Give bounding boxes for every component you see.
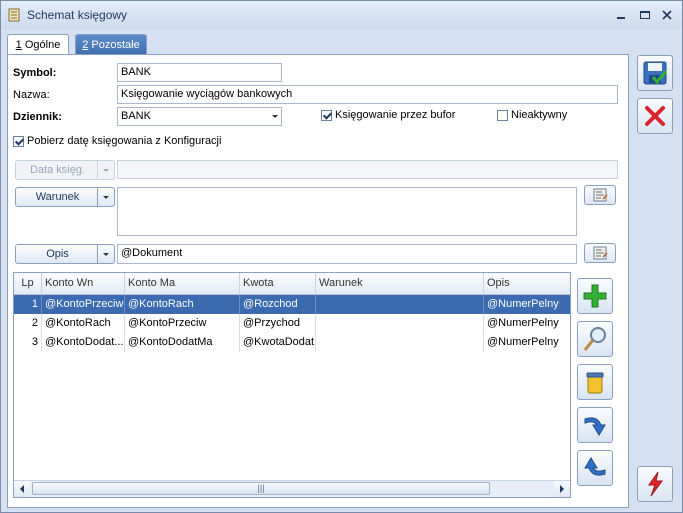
tab-ogolne-label: Ogólne [21,39,61,51]
cell-opis: @NumerPelny [487,298,559,310]
table-row[interactable]: 1 @KontoPrzeciw @KontoRach @Rozchod @Num… [14,295,570,314]
opis-input[interactable]: @Dokument [117,244,577,264]
cell-konto-wn: @KontoPrzeciw [42,295,125,314]
bufor-label: Księgowanie przez bufor [335,109,456,121]
chevron-down-icon [103,196,109,199]
column-header-warunek[interactable]: Warunek [316,273,484,294]
warunek-button-label: Warunek [35,191,80,203]
data-ksieg-split-button[interactable]: Data księg. [15,160,115,180]
cell-konto-ma: @KontoPrzeciw [125,314,240,333]
table-row[interactable]: 2 @KontoRach @KontoPrzeciw @Przychod @Nu… [14,314,570,333]
move-down-button[interactable] [577,407,613,443]
pobierz-date-checkbox[interactable] [13,136,24,147]
column-header-lp[interactable]: Lp [14,273,42,294]
cell-warunek [316,295,484,314]
nieaktywny-label: Nieaktywny [511,109,568,121]
cell-lp: 3 [14,333,42,352]
chevron-down-icon [103,253,109,256]
cell-konto-wn: @KontoDodat... [42,333,125,352]
cell-kwota: @Rozchod [240,295,316,314]
close-window-button[interactable] [657,6,677,24]
window-title: Schemat księgowy [27,8,128,22]
warunek-dropdown[interactable] [97,188,114,206]
data-ksieg-button-label: Data księg. [29,164,86,176]
cell-opis: @NumerPelny [487,336,559,348]
close-x-icon [645,106,665,126]
delete-row-button[interactable] [577,364,613,400]
formula-editor-icon [593,188,608,202]
pobierz-date-label: Pobierz datę księgowania z Konfiguracji [27,135,222,147]
schemat-positions-grid[interactable]: Lp Konto Wn Konto Ma Kwota Warunek Opis … [13,272,571,498]
add-row-button[interactable] [577,278,613,314]
cell-lp: 1 [14,295,42,314]
opis-editor-button[interactable] [584,243,616,263]
cell-lp: 2 [14,314,42,333]
tab-ogolne[interactable]: 1 Ogólne [7,34,69,56]
minimize-icon [617,17,625,19]
chevron-down-icon [103,169,109,172]
warunek-textarea[interactable] [117,187,577,236]
save-icon [643,61,668,85]
maximize-icon [640,11,650,19]
maximize-button[interactable] [635,6,655,24]
opis-split-button[interactable]: Opis [15,244,115,264]
nazwa-label: Nazwa: [13,89,50,101]
table-row[interactable]: 3 @KontoDodat... @KontoDodatMa @KwotaDod… [14,333,570,352]
trash-bin-icon [586,372,604,394]
save-button[interactable] [637,55,673,91]
app-icon [8,8,20,22]
horizontal-scrollbar[interactable]: ||| [14,480,570,497]
arrow-left-icon [20,485,24,493]
column-header-kwota[interactable]: Kwota [240,273,316,294]
cell-kwota: @KwotaDodat [240,333,316,352]
cell-kwota: @Przychod [240,314,316,333]
column-header-opis[interactable]: Opis [484,273,570,294]
symbol-label: Symbol: [13,67,57,79]
formula-editor-icon [593,246,608,260]
opis-button-label: Opis [46,248,69,260]
tab-pozostale-label: Pozostałe [88,39,140,51]
cancel-button[interactable] [637,98,673,134]
edit-row-button[interactable] [577,321,613,357]
dziennik-value: BANK [121,110,151,122]
grid-header: Lp Konto Wn Konto Ma Kwota Warunek Opis [14,273,570,295]
quick-action-button[interactable] [637,466,673,502]
cell-konto-wn: @KontoRach [42,314,125,333]
magnifier-icon [583,327,606,351]
warunek-editor-button[interactable] [584,185,616,205]
symbol-input[interactable]: BANK [117,63,282,82]
chevron-down-icon [272,115,278,118]
tab-bar: 1 Ogólne 2 Pozostałe [1,29,682,56]
nazwa-input[interactable]: Księgowanie wyciągów bankowych [117,85,618,104]
cell-warunek [316,314,484,333]
scroll-right-button[interactable] [554,481,570,497]
cell-konto-ma: @KontoDodatMa [125,333,240,352]
arrow-curve-down-icon [584,417,606,436]
bufor-checkbox[interactable] [321,110,332,121]
plus-icon [583,284,607,308]
column-header-konto-wn[interactable]: Konto Wn [42,273,125,294]
opis-dropdown[interactable] [97,245,114,263]
dziennik-select[interactable]: BANK [117,107,282,126]
dziennik-label: Dziennik: [13,111,62,123]
move-up-button[interactable] [577,450,613,486]
scroll-thumb[interactable]: ||| [32,482,490,495]
column-header-konto-ma[interactable]: Konto Ma [125,273,240,294]
nieaktywny-checkbox[interactable] [497,110,508,121]
data-ksieg-dropdown[interactable] [97,161,114,179]
data-ksieg-input [117,160,618,179]
arrow-curve-up-icon [584,457,606,476]
lightning-icon [648,471,663,497]
arrow-right-icon [560,485,564,493]
minimize-button[interactable] [611,6,631,24]
close-icon [662,10,672,20]
cell-konto-ma: @KontoRach [125,295,240,314]
warunek-split-button[interactable]: Warunek [15,187,115,207]
scroll-left-button[interactable] [14,481,30,497]
cell-warunek [316,333,484,352]
title-bar: Schemat księgowy [1,1,682,29]
cell-opis: @NumerPelny [487,317,559,329]
schemat-ksiegowy-window: Schemat księgowy 1 Ogólne 2 Pozostałe Sy… [0,0,683,513]
tab-pozostale[interactable]: 2 Pozostałe [75,34,147,55]
